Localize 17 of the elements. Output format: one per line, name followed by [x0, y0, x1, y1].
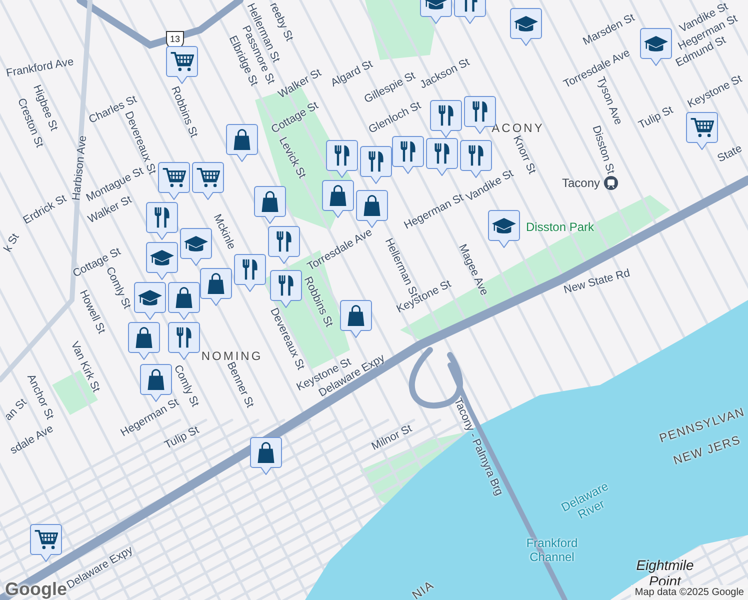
street-label: New State Rd — [562, 266, 632, 298]
area-label: ACONY — [492, 120, 544, 136]
street-label: Disston St — [588, 124, 617, 176]
station-label: Tacony — [562, 175, 600, 192]
street-label: k St — [0, 230, 23, 256]
street-label: State — [714, 142, 746, 167]
street-label: Tulip St — [636, 103, 676, 134]
street-label: Frankford Ave — [4, 54, 76, 82]
street-label: Tulip St — [162, 424, 202, 454]
street-label: Milnor St — [368, 422, 415, 455]
street-label: Magee Ave — [455, 242, 492, 298]
park-label: Disston Park — [526, 219, 594, 236]
map-attribution: Map data ©2025 Google — [630, 585, 748, 600]
water-label: Frankford Channel — [525, 536, 579, 564]
street-label: Van Kirk St — [67, 338, 104, 396]
street-label: Comly St — [103, 265, 134, 312]
region-label: NIA — [408, 576, 438, 600]
